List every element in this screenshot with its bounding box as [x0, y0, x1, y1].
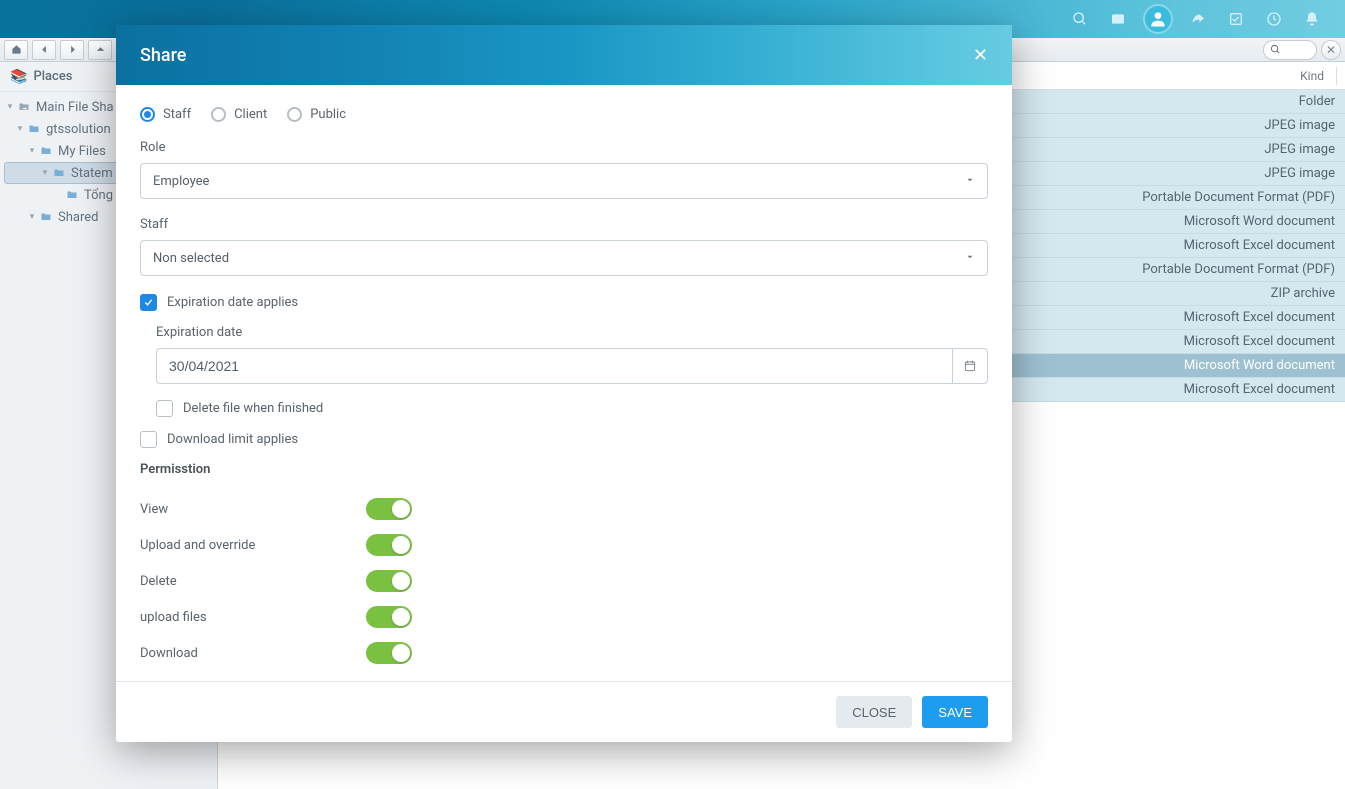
permission-label: Delete	[140, 574, 366, 589]
modal-title: Share	[140, 45, 186, 66]
delete-when-finished-checkbox[interactable]: Delete file when finished	[156, 400, 988, 417]
radio-label: Public	[310, 107, 346, 122]
staff-select[interactable]: Non selected	[140, 240, 988, 276]
close-button[interactable]: CLOSE	[836, 696, 912, 728]
calendar-icon[interactable]	[952, 348, 988, 384]
close-icon[interactable]: ✕	[973, 45, 988, 66]
toggle-download[interactable]	[366, 642, 412, 664]
toggle-upload-files[interactable]	[366, 606, 412, 628]
delete-when-finished-label: Delete file when finished	[183, 401, 323, 416]
radio-client[interactable]: Client	[211, 107, 267, 122]
download-limit-checkbox[interactable]: Download limit applies	[140, 431, 988, 448]
staff-label: Staff	[140, 217, 988, 232]
toggle-view[interactable]	[366, 498, 412, 520]
permission-row: Download	[140, 635, 988, 671]
chevron-down-icon	[965, 251, 975, 266]
permission-label: Upload and override	[140, 538, 366, 553]
share-type-radio-group: Staff Client Public	[140, 107, 988, 122]
modal-footer: CLOSE SAVE	[116, 681, 1012, 742]
permission-row: Upload and override	[140, 527, 988, 563]
radio-label: Client	[234, 107, 267, 122]
toggle-upload-and-override[interactable]	[366, 534, 412, 556]
checkbox-icon	[156, 400, 173, 417]
permission-row: View	[140, 491, 988, 527]
modal-header: Share ✕	[116, 25, 1012, 85]
expiration-date-label: Expiration date	[156, 325, 988, 340]
checkbox-checked-icon	[140, 294, 157, 311]
share-modal: Share ✕ StaffClientPublic Role Employee …	[116, 25, 1012, 742]
radio-public[interactable]: Public	[287, 107, 346, 122]
role-value: Employee	[153, 174, 209, 189]
radio-icon	[140, 107, 155, 122]
download-limit-label: Download limit applies	[167, 432, 298, 447]
permission-label: View	[140, 502, 366, 517]
expiration-applies-label: Expiration date applies	[167, 295, 298, 310]
permission-label: Download	[140, 646, 366, 661]
expiration-date-input[interactable]	[156, 348, 952, 384]
checkbox-icon	[140, 431, 157, 448]
chevron-down-icon	[965, 174, 975, 189]
save-button[interactable]: SAVE	[922, 696, 988, 728]
expiration-applies-checkbox[interactable]: Expiration date applies	[140, 294, 988, 311]
role-select[interactable]: Employee	[140, 163, 988, 199]
radio-icon	[211, 107, 226, 122]
staff-value: Non selected	[153, 251, 229, 266]
permission-section-title: Permisstion	[140, 462, 988, 477]
permission-row: Delete	[140, 563, 988, 599]
radio-label: Staff	[163, 107, 191, 122]
permission-row: upload files	[140, 599, 988, 635]
radio-staff[interactable]: Staff	[140, 107, 191, 122]
toggle-delete[interactable]	[366, 570, 412, 592]
permission-label: upload files	[140, 610, 366, 625]
role-label: Role	[140, 140, 988, 155]
radio-icon	[287, 107, 302, 122]
